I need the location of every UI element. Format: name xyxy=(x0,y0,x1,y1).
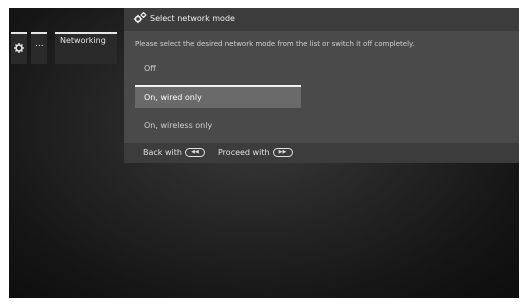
back-hint: Back with ◀◀ xyxy=(143,148,205,157)
breadcrumb-ellipsis[interactable]: ... xyxy=(31,32,47,64)
network-mode-dialog: Select network mode Please select the de… xyxy=(124,8,519,163)
dialog-title: Select network mode xyxy=(150,14,235,23)
breadcrumb-indicator xyxy=(11,32,27,34)
option-off[interactable]: Off xyxy=(135,58,301,79)
dialog-footer: Back with ◀◀ Proceed with ▶▶ xyxy=(124,143,519,163)
option-label: Off xyxy=(144,64,156,73)
breadcrumb-indicator xyxy=(31,32,47,34)
dialog-instruction: Please select the desired network mode f… xyxy=(135,40,415,48)
proceed-hint-label: Proceed with xyxy=(218,148,270,157)
breadcrumb-networking-label: Networking xyxy=(60,36,106,45)
breadcrumb-settings[interactable] xyxy=(11,32,27,64)
back-hint-label: Back with xyxy=(143,148,182,157)
option-label: On, wired only xyxy=(144,93,202,102)
breadcrumb-networking[interactable]: Networking xyxy=(55,32,117,64)
dialog-header: Select network mode xyxy=(124,8,519,31)
fast-forward-button-icon: ▶▶ xyxy=(272,148,293,157)
gear-icon xyxy=(14,43,24,53)
breadcrumb-ellipsis-label: ... xyxy=(35,39,44,49)
tv-screen: ... Networking Select network mode Pleas xyxy=(9,8,519,298)
breadcrumb-indicator xyxy=(55,32,117,34)
gears-icon xyxy=(133,12,147,24)
option-wired-only[interactable]: On, wired only xyxy=(135,85,301,108)
proceed-hint: Proceed with ▶▶ xyxy=(218,148,293,157)
option-wireless-only[interactable]: On, wireless only xyxy=(135,115,301,136)
rewind-button-icon: ◀◀ xyxy=(184,148,205,157)
option-label: On, wireless only xyxy=(144,121,213,130)
